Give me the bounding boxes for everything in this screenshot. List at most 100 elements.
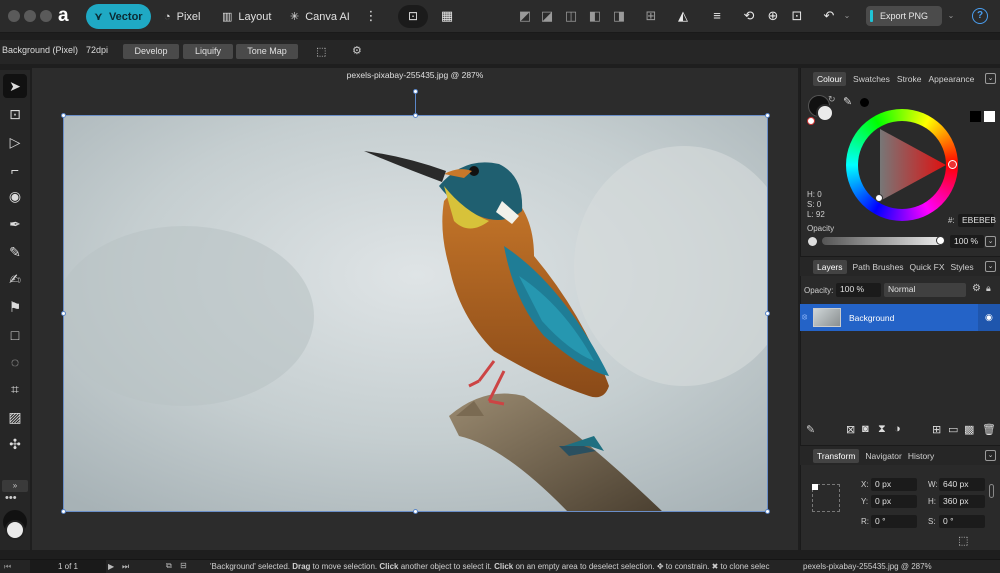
tab-quick-fx[interactable]: Quick FX	[910, 262, 945, 272]
y-input[interactable]: 0 px	[871, 495, 917, 508]
page-add-icon[interactable]: ⊟	[180, 561, 187, 570]
layer-visibility-icon[interactable]: ⦻	[802, 312, 807, 322]
corner-tool-icon[interactable]: ⌐	[3, 158, 27, 182]
page-last-icon[interactable]: ⏭	[122, 562, 129, 572]
tab-stroke[interactable]: Stroke	[897, 74, 922, 84]
resize-handle-top[interactable]	[413, 113, 418, 118]
boolean-add-icon[interactable]: ◩	[516, 7, 534, 25]
fill-tool-icon[interactable]: ◉	[3, 184, 27, 208]
persona-canva-ai[interactable]: ✳ Canva AI	[282, 4, 358, 29]
paint-tool-icon[interactable]: ⚑	[3, 295, 27, 319]
colour-triangle[interactable]	[858, 121, 946, 209]
page-view-icon[interactable]: ⧉	[166, 561, 172, 571]
tab-swatches[interactable]: Swatches	[853, 74, 890, 84]
resize-handle-bottom[interactable]	[413, 509, 418, 514]
transform-icon[interactable]: ⊡	[788, 7, 806, 25]
tab-appearance[interactable]: Appearance	[928, 74, 974, 84]
tab-history[interactable]: History	[908, 451, 934, 461]
assets-icon[interactable]: ⊡	[398, 5, 428, 28]
fx-icon[interactable]: ⊠	[846, 423, 855, 436]
image-tool-icon[interactable]: ▨	[3, 405, 27, 429]
x-input[interactable]: 0 px	[871, 478, 917, 491]
undo-icon[interactable]: ↶	[820, 7, 838, 25]
tab-navigator[interactable]: Navigator	[865, 451, 901, 461]
tone-map-button[interactable]: Tone Map	[236, 44, 298, 59]
geometry-icon[interactable]: ⊞	[642, 7, 660, 25]
opacity-dropdown-icon[interactable]: ⌄	[985, 236, 996, 247]
rotation-handle[interactable]	[413, 89, 418, 94]
pixel-layer-icon[interactable]: ▩	[964, 423, 974, 436]
brush-tool-icon[interactable]: ✍	[3, 267, 27, 291]
layer-opacity-input[interactable]: 100 %	[836, 283, 881, 297]
hue-picker-handle[interactable]	[948, 160, 957, 169]
edit-layer-icon[interactable]: ✎	[806, 423, 815, 436]
page-next-icon[interactable]: ▶	[108, 562, 114, 571]
saturation-picker-handle[interactable]	[875, 194, 883, 202]
folder-icon[interactable]: ▭	[948, 423, 958, 436]
transform-options-icon[interactable]: ⬚	[958, 534, 968, 547]
tab-path-brushes[interactable]: Path Brushes	[853, 262, 904, 272]
tab-styles[interactable]: Styles	[951, 262, 974, 272]
swap-colours-icon[interactable]: ↻	[828, 94, 836, 105]
white-swatch[interactable]	[984, 111, 995, 122]
artboard-tool-icon[interactable]: ⊡	[3, 102, 27, 126]
boolean-intersect-icon[interactable]: ◫	[562, 7, 580, 25]
resize-handle-top-left[interactable]	[61, 113, 66, 118]
more-menu-icon[interactable]: ⋮	[362, 7, 380, 25]
trash-icon[interactable]: 🗑︎	[982, 423, 996, 436]
snapping-icon[interactable]: ⊕	[764, 7, 782, 25]
crop-tool-icon[interactable]: ⌗	[3, 377, 27, 401]
hex-input[interactable]: EBEBEB	[958, 214, 996, 227]
gear-icon[interactable]: ⚙	[352, 44, 362, 57]
align-icon[interactable]: ≡	[708, 7, 726, 25]
fill-colour-swatch[interactable]	[5, 520, 25, 540]
add-layer-icon[interactable]: ⊞	[932, 423, 941, 436]
resize-handle-bottom-left[interactable]	[61, 509, 66, 514]
export-options-chevron-icon[interactable]: ⌄	[942, 7, 960, 25]
opacity-slider[interactable]	[822, 237, 944, 245]
zoom-window-button[interactable]	[40, 10, 52, 22]
boolean-xor-icon[interactable]: ◧	[586, 7, 604, 25]
eye-icon[interactable]: ◉	[985, 312, 993, 323]
node-tool-icon[interactable]: ▷	[3, 130, 27, 154]
layers-panel-menu-icon[interactable]: ⌄	[985, 261, 996, 272]
fill-swatch-icon[interactable]	[816, 104, 834, 122]
rectangle-tool-icon[interactable]: □	[3, 323, 27, 347]
persona-vector[interactable]: ⋎ Vector	[86, 4, 151, 29]
opacity-slider-handle[interactable]	[936, 236, 945, 245]
pen-tool-icon[interactable]: ✒	[3, 212, 27, 236]
rotate-icon[interactable]: ⟲	[740, 7, 758, 25]
move-tool-icon[interactable]: ➤	[3, 74, 27, 98]
mask-icon[interactable]: ◙	[862, 423, 869, 435]
photo-layer[interactable]	[63, 115, 768, 512]
expand-tools-icon[interactable]: »	[2, 480, 28, 492]
tab-colour[interactable]: Colour	[813, 72, 847, 86]
tab-transform[interactable]: Transform	[813, 449, 860, 463]
liquify-button[interactable]: Liquify	[183, 44, 233, 59]
help-icon[interactable]: ?	[972, 8, 988, 24]
black-swatch[interactable]	[970, 111, 981, 122]
resize-handle-top-right[interactable]	[765, 113, 770, 118]
selection-options-icon[interactable]: ⬚	[316, 45, 326, 58]
opacity-input[interactable]: 100 %	[950, 235, 984, 248]
resize-handle-right[interactable]	[765, 311, 770, 316]
layer-row-background[interactable]: ⦻ Background ◉	[800, 304, 1000, 331]
more-tools-icon[interactable]: •••	[5, 492, 17, 504]
h-input[interactable]: 360 px	[939, 495, 985, 508]
eyedropper-icon[interactable]: ✎	[843, 95, 852, 108]
picked-colour-swatch[interactable]	[860, 98, 869, 107]
boolean-divide-icon[interactable]: ◨	[610, 7, 628, 25]
lock-icon[interactable]: 🔒︎	[986, 283, 991, 294]
page-prev-first-icon[interactable]: ⏮	[4, 562, 11, 572]
shape-tool-icon[interactable]: ◌	[3, 350, 27, 374]
grid-icon[interactable]: ▦	[438, 7, 456, 25]
layer-gear-icon[interactable]: ⚙	[972, 283, 981, 294]
persona-pixel[interactable]: ◔ Pixel	[156, 4, 209, 29]
pencil-tool-icon[interactable]: ✎	[3, 240, 27, 264]
chevron-down-icon[interactable]: ⌄	[838, 7, 856, 25]
colour-panel-menu-icon[interactable]: ⌄	[985, 73, 996, 84]
transform-panel-menu-icon[interactable]: ⌄	[985, 450, 996, 461]
affinity-logo-icon[interactable]: a	[58, 5, 78, 27]
adjustment-icon[interactable]: ⧗	[878, 423, 886, 436]
w-input[interactable]: 640 px	[939, 478, 985, 491]
